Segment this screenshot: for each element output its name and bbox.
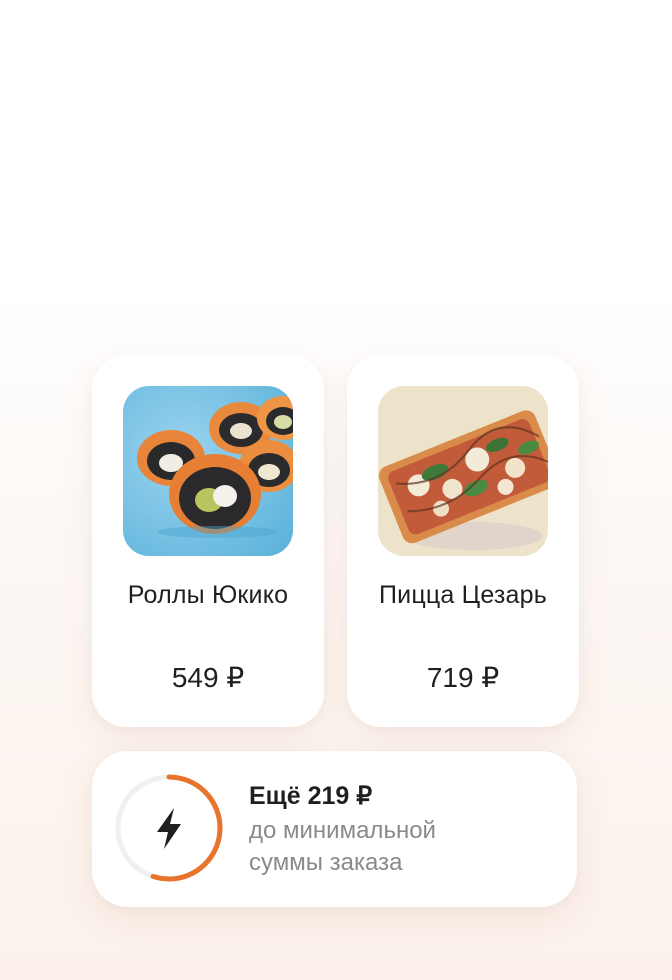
min-order-caption-line-2: суммы заказа <box>249 849 403 876</box>
min-order-caption-line-1: до минимальной <box>249 817 436 844</box>
lightning-icon <box>157 808 181 849</box>
product-name: Роллы Юкико <box>127 581 289 609</box>
product-card-rolls[interactable]: Роллы Юкико 549 ₽ <box>92 355 324 727</box>
product-name: Пицца Цезарь <box>379 581 547 609</box>
product-price: 549 ₽ <box>171 662 245 693</box>
min-order-card: Ещё 219 ₽ до минимальной суммы заказа <box>92 751 577 907</box>
min-order-remaining: Ещё 219 ₽ <box>249 782 373 810</box>
progress-ring <box>115 774 223 882</box>
product-price: 719 ₽ <box>426 662 500 693</box>
page: { "products": [ { "name": "Роллы Юкико",… <box>0 0 672 980</box>
product-card-pizza[interactable]: Пицца Цезарь 719 ₽ <box>347 355 579 727</box>
product-image-rolls[interactable] <box>123 386 293 556</box>
product-image-pizza[interactable] <box>378 386 548 556</box>
